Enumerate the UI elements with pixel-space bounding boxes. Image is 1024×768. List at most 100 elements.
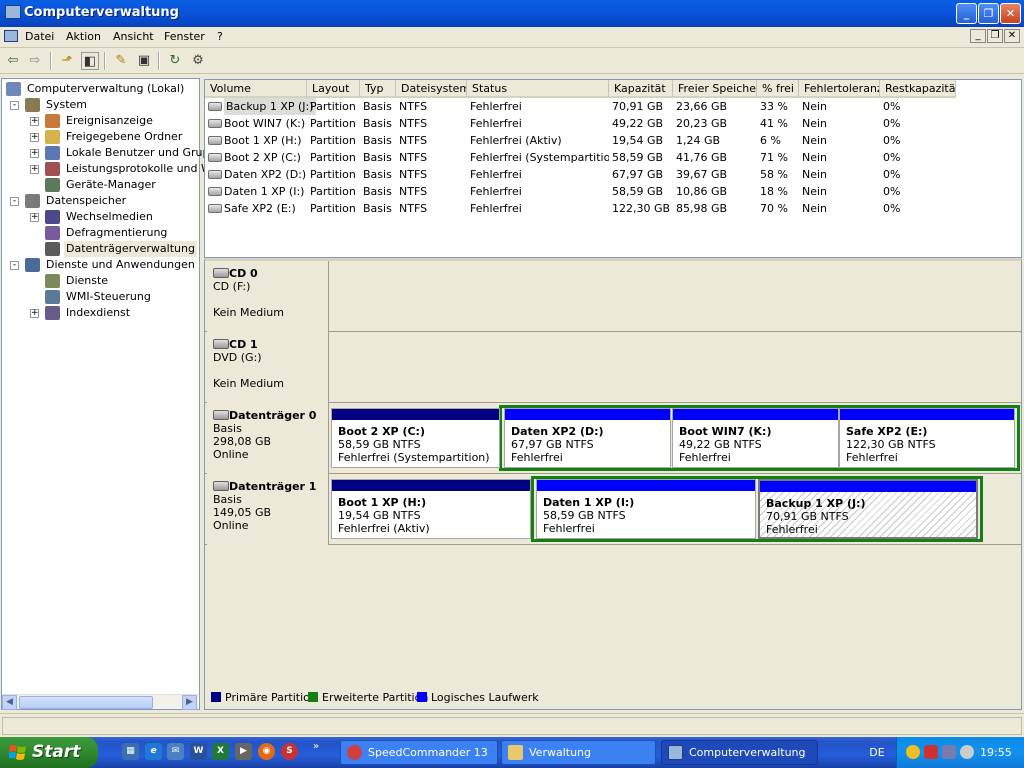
mdi-restore-button[interactable]: ❐ (987, 29, 1003, 43)
tree-horizontal-scrollbar[interactable]: ◀ ▶ (2, 694, 198, 710)
task-computerverwaltung[interactable]: Computerverwaltung (661, 740, 818, 765)
properties-icon[interactable]: ✎ (112, 52, 130, 70)
expand-icon[interactable]: + (30, 117, 39, 126)
forward-icon[interactable]: ⇨ (26, 52, 44, 70)
volume-name[interactable]: Daten XP2 (D:) (224, 166, 307, 183)
collapse-icon[interactable]: - (10, 197, 19, 206)
tray-volume-icon[interactable] (960, 745, 974, 759)
refresh-icon[interactable]: ↻ (166, 52, 184, 70)
partition-block[interactable]: Boot 2 XP (C:) 58,59 GB NTFS Fehlerfrei (S… (331, 408, 500, 468)
tree-item[interactable]: + Freigegebene Ordner (2, 129, 198, 145)
partition-block[interactable]: Safe XP2 (E:) 122,30 GB NTFS Fehlerfrei (839, 408, 1015, 468)
volume-name[interactable]: Boot WIN7 (K:) (224, 115, 307, 132)
tree-item[interactable]: Computerverwaltung (Lokal) (2, 81, 198, 97)
menu-ansicht[interactable]: Ansicht (113, 30, 154, 43)
up-folder-icon[interactable]: ⬏ (58, 52, 76, 70)
table-cell: Partition (310, 185, 356, 198)
tree-item[interactable]: Defragmentierung (2, 225, 198, 241)
menu-aktion[interactable]: Aktion (66, 30, 101, 43)
menu-help[interactable]: ? (217, 30, 223, 43)
tree-item[interactable]: Dienste (2, 273, 198, 289)
tree-item[interactable]: Datenträgerverwaltung (2, 241, 198, 257)
volume-name[interactable]: Backup 1 XP (J:) (224, 98, 316, 115)
menu-datei[interactable]: Datei (25, 30, 54, 43)
quicklaunch-ie-icon[interactable]: e (145, 743, 162, 760)
quicklaunch-speedcommander-icon[interactable]: S (281, 743, 298, 760)
quicklaunch-word-icon[interactable]: W (190, 743, 207, 760)
expand-icon[interactable]: + (30, 165, 39, 174)
tree-item[interactable]: - System (2, 97, 198, 113)
window-menu-icon[interactable] (4, 30, 18, 42)
column-header[interactable]: Freier Speicher (673, 80, 757, 98)
tree-item[interactable]: + Leistungsprotokolle und War (2, 161, 222, 177)
disk-label[interactable]: Datenträger 0 Basis 298,08 GB Online (207, 403, 329, 474)
tree-item[interactable]: + Lokale Benutzer und Gruppe (2, 145, 223, 161)
tree-item[interactable]: + Ereignisanzeige (2, 113, 198, 129)
disk-label[interactable]: Datenträger 1 Basis 149,05 GB Online (207, 474, 329, 545)
close-button[interactable]: ✕ (1000, 3, 1021, 24)
quicklaunch-outlook-icon[interactable]: ✉ (167, 743, 184, 760)
column-header[interactable]: % frei (757, 80, 799, 98)
volume-name[interactable]: Boot 2 XP (C:) (224, 149, 307, 166)
tray-palette-icon[interactable] (906, 745, 920, 759)
partition-block[interactable]: Boot WIN7 (K:) 49,22 GB NTFS Fehlerfrei (672, 408, 839, 468)
menu-fenster[interactable]: Fenster (164, 30, 205, 43)
scroll-left-arrow-icon[interactable]: ◀ (2, 695, 17, 710)
disk-label[interactable]: CD 0 CD (F:) Kein Medium (207, 261, 329, 332)
column-header[interactable]: Fehlertoleranz (799, 80, 880, 98)
mdi-close-button[interactable]: ✕ (1004, 29, 1020, 43)
tray-network-icon[interactable] (924, 745, 938, 759)
collapse-icon[interactable]: - (10, 101, 19, 110)
mdi-minimize-button[interactable]: _ (970, 29, 986, 43)
table-cell: 10,86 GB (676, 185, 728, 198)
volume-name[interactable]: Daten 1 XP (I:) (224, 183, 307, 200)
tree-item-label: Freigegebene Ordner (66, 130, 183, 143)
partition-block[interactable]: Daten XP2 (D:) 67,97 GB NTFS Fehlerfrei (504, 408, 671, 468)
tree-item[interactable]: - Datenspeicher (2, 193, 198, 209)
expand-icon[interactable]: + (30, 213, 39, 222)
column-header[interactable]: Kapazität (609, 80, 673, 98)
tray-display-icon[interactable] (942, 745, 956, 759)
quicklaunch-more-icon[interactable]: » (313, 741, 319, 752)
column-header[interactable]: Restkapazität (880, 80, 956, 98)
tree-item[interactable]: WMI-Steuerung (2, 289, 198, 305)
expand-icon[interactable]: + (30, 309, 39, 318)
column-header[interactable]: Layout (307, 80, 360, 98)
task-verwaltung[interactable]: Verwaltung (501, 740, 656, 765)
maximize-button[interactable]: ❐ (978, 3, 999, 24)
partition-block[interactable]: Boot 1 XP (H:) 19,54 GB NTFS Fehlerfrei (A… (331, 479, 531, 539)
tree-item[interactable]: Geräte-Manager (2, 177, 198, 193)
tree-item[interactable]: - Dienste und Anwendungen (2, 257, 198, 273)
tree-item[interactable]: + Wechselmedien (2, 209, 198, 225)
quicklaunch-firefox-icon[interactable]: ◉ (258, 743, 275, 760)
disk-label[interactable]: CD 1 DVD (G:) Kein Medium (207, 332, 329, 403)
column-header[interactable]: Typ (360, 80, 396, 98)
back-icon[interactable]: ⇦ (4, 52, 22, 70)
volume-name[interactable]: Safe XP2 (E:) (224, 200, 307, 217)
column-header[interactable]: Dateisystem (396, 80, 467, 98)
language-indicator[interactable]: DE (858, 737, 896, 768)
quicklaunch-excel-icon[interactable]: X (212, 743, 229, 760)
help-icon[interactable]: ▣ (135, 52, 153, 70)
scroll-thumb[interactable] (19, 696, 153, 709)
minimize-button[interactable]: _ (956, 3, 977, 24)
table-cell: Basis (363, 117, 392, 130)
partition-block[interactable]: Daten 1 XP (I:) 58,59 GB NTFS Fehlerfrei (536, 479, 756, 539)
quicklaunch-desktop-icon[interactable]: ▦ (122, 743, 139, 760)
scroll-right-arrow-icon[interactable]: ▶ (182, 695, 197, 710)
expand-icon[interactable]: + (30, 133, 39, 142)
volume-name[interactable]: Boot 1 XP (H:) (224, 132, 307, 149)
task-speedcommander[interactable]: SpeedCommander 13 (340, 740, 498, 765)
partition-size: 19,54 GB NTFS (338, 509, 421, 522)
settings-icon[interactable]: ⚙ (189, 52, 207, 70)
collapse-icon[interactable]: - (10, 261, 19, 270)
title-bar[interactable]: Computerverwaltung _ ❐ ✕ (0, 0, 1024, 27)
show-tree-icon[interactable]: ◧ (81, 52, 99, 70)
partition-block[interactable]: Backup 1 XP (J:) 70,91 GB NTFS Fehlerfrei (758, 479, 978, 539)
start-button[interactable]: Start (0, 737, 98, 768)
column-header[interactable]: Volume (205, 80, 307, 98)
tree-item[interactable]: + Indexdienst (2, 305, 198, 321)
column-header[interactable]: Status (467, 80, 609, 98)
expand-icon[interactable]: + (30, 149, 39, 158)
quicklaunch-media-icon[interactable]: ▶ (235, 743, 252, 760)
